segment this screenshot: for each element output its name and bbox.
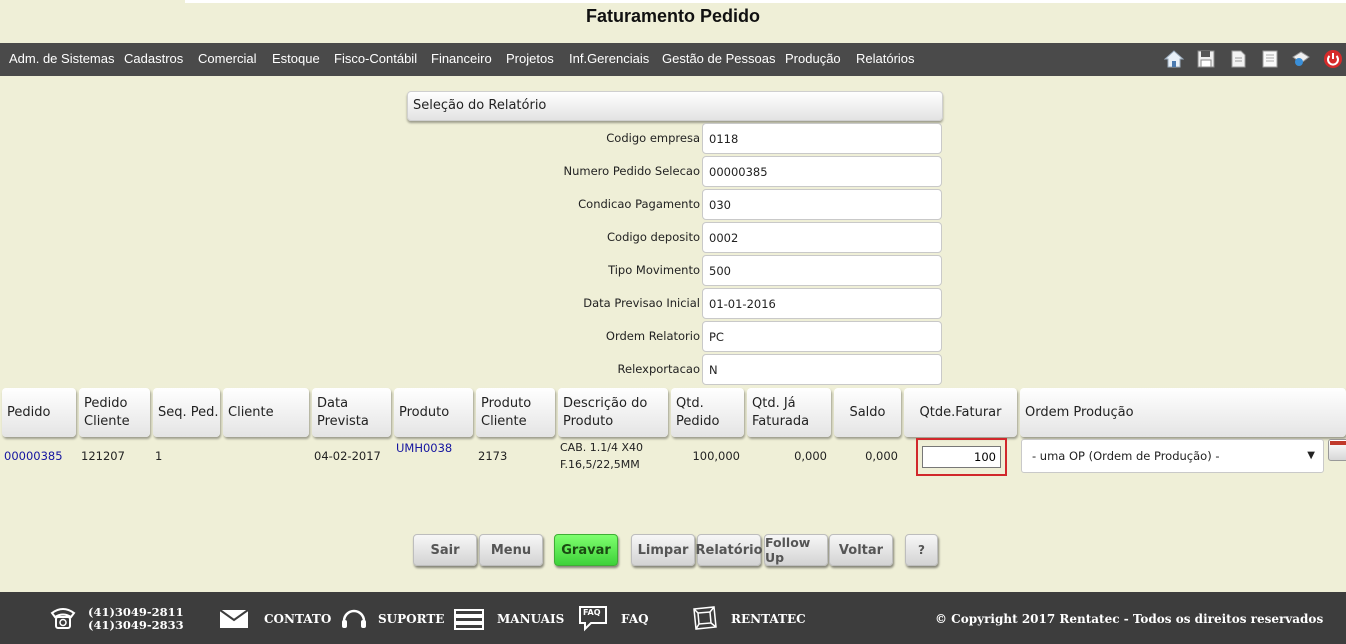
books-icon (454, 609, 484, 630)
power-icon[interactable] (1323, 49, 1343, 69)
telephone-icon (50, 608, 76, 629)
help-book-icon[interactable] (1291, 49, 1311, 69)
field-label: Data Previsao Inicial (583, 296, 700, 310)
field-label: Codigo empresa (606, 131, 700, 145)
col-header-descricao: Descrição do Produto (558, 388, 668, 437)
menu-item-adm-sistemas[interactable]: Adm. de Sistemas (9, 43, 115, 76)
qtde-faturar-highlight (916, 438, 1007, 476)
voltar-button[interactable]: Voltar (829, 534, 893, 566)
footer-faq-link[interactable]: FAQ (621, 612, 649, 626)
limpar-button[interactable]: Limpar (631, 534, 695, 566)
gravar-button[interactable]: Gravar (554, 534, 618, 566)
help-button[interactable]: ? (905, 534, 938, 566)
menu-button[interactable]: Menu (479, 534, 543, 566)
page-title: Faturamento Pedido (585, 6, 760, 26)
row-seq-ped: 1 (155, 449, 163, 463)
sair-button[interactable]: Sair (413, 534, 477, 566)
tipo-movimento-input[interactable] (702, 255, 942, 286)
qtde-faturar-input[interactable] (922, 446, 1001, 468)
col-header-pedido: Pedido (2, 388, 76, 437)
field-row-condicao-pagamento: Condicao Pagamento (407, 189, 943, 220)
footer-rentatec-link[interactable]: RENTATEC (731, 612, 806, 626)
menu-item-projetos[interactable]: Projetos (506, 43, 554, 76)
row-produto-link[interactable]: UMH0038 (396, 441, 452, 455)
row-pedido-link[interactable]: 00000385 (4, 449, 63, 463)
save-disk-icon[interactable] (1196, 49, 1216, 69)
selection-header: Seleção do Relatório (407, 91, 943, 121)
col-header-pedido-cliente: Pedido Cliente (79, 388, 150, 437)
field-row-numero-pedido: Numero Pedido Selecao (407, 156, 943, 187)
condicao-pagamento-input[interactable] (702, 189, 942, 220)
numero-pedido-input[interactable] (702, 156, 942, 187)
row-saldo: 0,000 (865, 449, 898, 463)
faq-bubble-label: FAQ (583, 608, 601, 617)
col-header-qtd-pedido: Qtd. Pedido (671, 388, 744, 437)
field-row-codigo-deposito: Codigo deposito (407, 222, 943, 253)
field-row-codigo-empresa: Codigo empresa (407, 123, 943, 154)
field-label: Ordem Relatorio (605, 329, 700, 343)
ordem-relatorio-input[interactable] (702, 321, 942, 352)
title-top-band (185, 0, 1346, 3)
field-row-data-previsao: Data Previsao Inicial (407, 288, 943, 319)
document-edit-icon[interactable] (1228, 49, 1248, 69)
menu-item-comercial[interactable]: Comercial (198, 43, 257, 76)
field-label: Numero Pedido Selecao (563, 164, 700, 178)
field-row-tipo-movimento: Tipo Movimento (407, 255, 943, 286)
row-qtd-pedido: 100,000 (692, 449, 740, 463)
envelope-icon (219, 609, 249, 628)
col-header-ordem-producao: Ordem Produção (1020, 388, 1346, 437)
field-label: Condicao Pagamento (578, 197, 700, 211)
follow-up-button[interactable]: Follow Up (764, 534, 828, 566)
ordem-producao-select[interactable]: - uma OP (Ordem de Produção) - ▼ (1021, 439, 1324, 473)
codigo-empresa-input[interactable] (702, 123, 942, 154)
footer-contato-link[interactable]: CONTATO (264, 612, 331, 626)
field-label: Codigo deposito (607, 230, 700, 244)
field-label: Relexportacao (617, 362, 700, 376)
rentatec-logo-icon (693, 606, 717, 630)
relexportacao-input[interactable] (702, 354, 942, 385)
faq-bubble-icon: FAQ (577, 604, 609, 632)
row-pedido-cliente: 121207 (81, 449, 125, 463)
chevron-down-icon: ▼ (1307, 450, 1315, 461)
footer-manuais-link[interactable]: MANUAIS (497, 612, 564, 626)
col-header-qtd-faturada: Qtd. Já Faturada (747, 388, 831, 437)
menu-item-cadastros[interactable]: Cadastros (124, 43, 183, 76)
footer-suporte-link[interactable]: SUPORTE (378, 612, 444, 626)
data-previsao-input[interactable] (702, 288, 942, 319)
footer-copyright: © Copyright 2017 Rentatec - Todos os dir… (935, 612, 1324, 626)
codigo-deposito-input[interactable] (702, 222, 942, 253)
menu-item-gestao-pessoas[interactable]: Gestão de Pessoas (662, 43, 775, 76)
menu-item-financeiro[interactable]: Financeiro (431, 43, 492, 76)
col-header-qtde-faturar: Qtde.Faturar (904, 388, 1017, 437)
col-header-produto: Produto (394, 388, 473, 437)
menu-item-estoque[interactable]: Estoque (272, 43, 320, 76)
calendar-icon[interactable] (1328, 439, 1346, 461)
field-row-ordem-relatorio: Ordem Relatorio (407, 321, 943, 352)
relatorio-button[interactable]: Relatório (696, 534, 763, 566)
footer: (41)3049-2811 (41)3049-2833 CONTATO SUPO… (0, 592, 1346, 644)
row-produto-cliente: 2173 (478, 449, 508, 463)
field-row-relexportacao: Relexportacao (407, 354, 943, 385)
row-data-prevista: 04-02-2017 (314, 449, 381, 463)
col-header-seq-ped: Seq. Ped. (153, 388, 220, 437)
menu-item-fisco-contabil[interactable]: Fisco-Contábil (334, 43, 417, 76)
row-qtd-faturada: 0,000 (794, 449, 827, 463)
col-header-produto-cliente: Produto Cliente (476, 388, 555, 437)
main-menubar: Adm. de Sistemas Cadastros Comercial Est… (0, 43, 1346, 76)
home-icon[interactable] (1164, 49, 1184, 69)
menu-item-producao[interactable]: Produção (785, 43, 841, 76)
col-header-saldo: Saldo (834, 388, 901, 437)
field-label: Tipo Movimento (608, 263, 700, 277)
col-header-data-prevista: Data Prevista (312, 388, 391, 437)
row-descricao-line1: CAB. 1.1/4 X40 (560, 441, 643, 454)
menu-item-relatorios[interactable]: Relatórios (856, 43, 915, 76)
ordem-producao-selected: - uma OP (Ordem de Produção) - (1032, 449, 1220, 463)
footer-phone-2: (41)3049-2833 (88, 618, 184, 632)
menu-item-inf-gerenciais[interactable]: Inf.Gerenciais (569, 43, 649, 76)
headset-icon (342, 609, 366, 628)
document-icon[interactable] (1260, 49, 1280, 69)
row-descricao-line2: F.16,5/22,5MM (560, 458, 640, 471)
col-header-cliente: Cliente (223, 388, 309, 437)
